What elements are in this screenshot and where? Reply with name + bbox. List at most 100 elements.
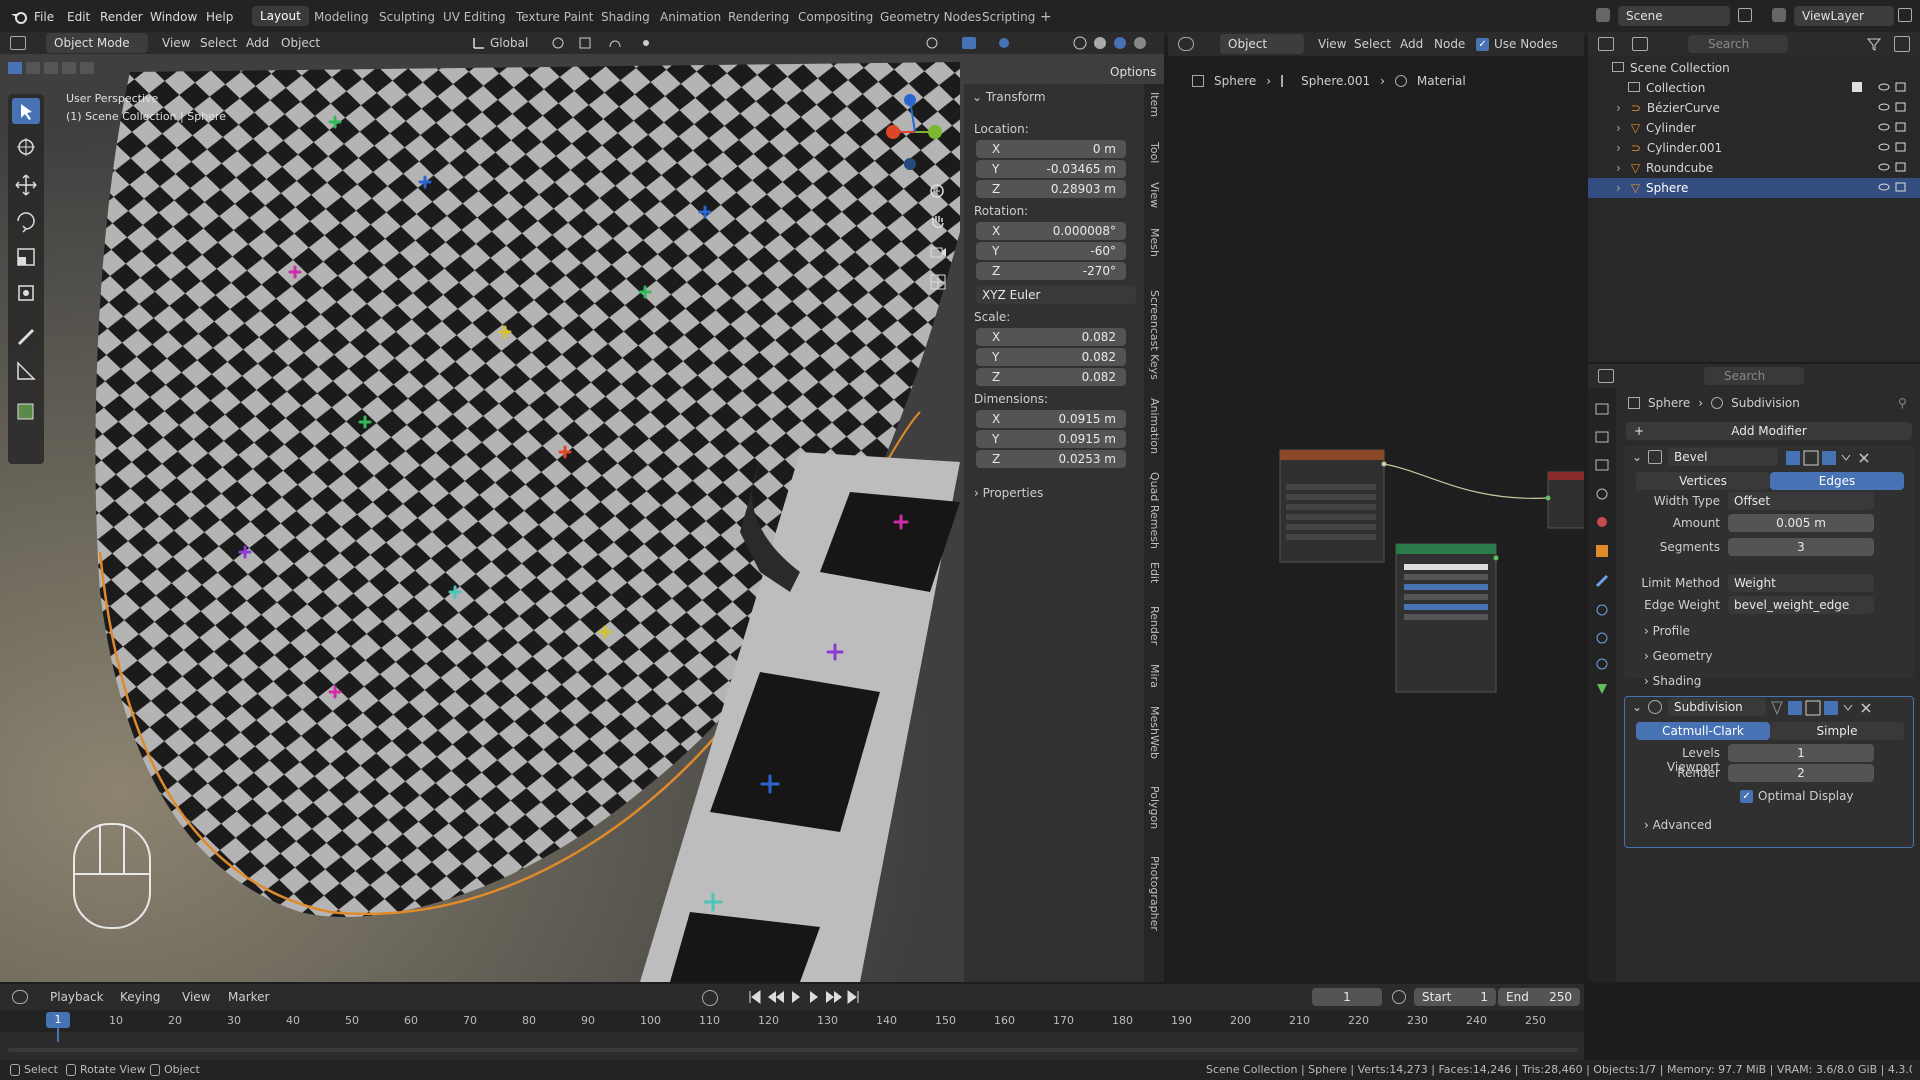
rotate-tool-icon[interactable] — [12, 208, 40, 234]
tab-sculpting[interactable]: Sculpting — [379, 10, 435, 24]
width-type-select[interactable]: Offset — [1728, 492, 1874, 510]
viewport-menu-add[interactable]: Add — [246, 36, 269, 50]
timeline-menu-keying[interactable]: Keying — [120, 990, 160, 1004]
viewport-menu-select[interactable]: Select — [200, 36, 237, 50]
subdivision-type-simple[interactable]: Simple — [1770, 722, 1904, 740]
tab-mesh[interactable]: Mesh — [1148, 228, 1161, 257]
bevel-affect-vertices[interactable]: Vertices — [1636, 472, 1770, 490]
tab-layout[interactable]: Layout — [252, 6, 309, 26]
viewport-3d[interactable]: Object Mode View Select Add Object Globa… — [0, 32, 1164, 982]
bevel-shading-panel[interactable]: › Shading — [1644, 674, 1701, 688]
location-z-field[interactable]: Z 0.28903 m — [976, 180, 1126, 198]
bevel-collapse-chevron-icon[interactable]: ⌄ — [1632, 450, 1642, 464]
select-box-tool-icon[interactable] — [12, 98, 40, 124]
tab-tool[interactable]: Tool — [1148, 142, 1161, 163]
segments-field[interactable]: 3 — [1728, 538, 1874, 556]
properties-tab-icons[interactable] — [1594, 402, 1610, 702]
new-collection-icon[interactable] — [1894, 36, 1910, 52]
options-button[interactable]: Options — [1102, 62, 1164, 82]
end-frame-field[interactable]: End 250 — [1498, 988, 1580, 1006]
scale-z-field[interactable]: Z 0.082 — [976, 368, 1126, 386]
current-frame-field[interactable]: 1 — [1312, 988, 1382, 1006]
scale-y-field[interactable]: Y 0.082 — [976, 348, 1126, 366]
tab-mira[interactable]: Mira — [1148, 664, 1161, 688]
transform-tool-icon[interactable] — [12, 280, 40, 306]
outliner-type-icon[interactable] — [1598, 37, 1614, 51]
tab-quad-remesh[interactable]: Quad Remesh — [1148, 472, 1161, 549]
bevel-affect-edges[interactable]: Edges — [1770, 472, 1904, 490]
selection-mode-buttons[interactable] — [8, 60, 100, 76]
properties-panel-header[interactable]: › Properties — [974, 486, 1043, 500]
blender-logo-icon[interactable] — [10, 9, 28, 25]
scale-tool-icon[interactable] — [12, 244, 40, 270]
tab-uv-editing[interactable]: UV Editing — [443, 10, 506, 24]
tab-rendering[interactable]: Rendering — [728, 10, 789, 24]
annotate-tool-icon[interactable] — [12, 322, 40, 348]
tab-screencast-keys[interactable]: Screencast Keys — [1148, 290, 1161, 380]
mode-selector[interactable]: Object Mode — [46, 33, 148, 53]
scene-icon[interactable] — [1596, 8, 1610, 22]
render-levels-field[interactable]: 2 — [1728, 764, 1874, 782]
bevel-visibility-toggles[interactable] — [1786, 450, 1896, 466]
tab-compositing[interactable]: Compositing — [798, 10, 873, 24]
subdivision-name-field[interactable]: Subdivision — [1668, 698, 1766, 716]
tab-edit[interactable]: Edit — [1148, 562, 1161, 583]
snapping-controls[interactable] — [550, 35, 670, 51]
edge-weight-field[interactable]: bevel_weight_edge — [1728, 596, 1874, 614]
rotation-z-field[interactable]: Z -270° — [976, 262, 1126, 280]
tab-meshweb[interactable]: MeshWeb — [1148, 706, 1161, 759]
bevel-profile-panel[interactable]: › Profile — [1644, 624, 1690, 638]
transform-orientation[interactable]: Global — [490, 36, 528, 50]
amount-field[interactable]: 0.005 m — [1728, 514, 1874, 532]
viewport-menu-view[interactable]: View — [162, 36, 190, 50]
levels-viewport-field[interactable]: 1 — [1728, 744, 1874, 762]
timeline-menu-view[interactable]: View — [182, 990, 210, 1004]
rotation-x-field[interactable]: X 0.000008° — [976, 222, 1126, 240]
new-scene-icon[interactable] — [1738, 8, 1752, 22]
tab-item[interactable]: Item — [1148, 92, 1161, 117]
subdivision-visibility-toggles[interactable] — [1770, 700, 1900, 716]
menu-render[interactable]: Render — [100, 10, 143, 24]
tab-render[interactable]: Render — [1148, 606, 1161, 645]
measure-tool-icon[interactable] — [12, 358, 40, 384]
outliner-search-input[interactable]: Search — [1688, 35, 1788, 53]
transform-panel-header[interactable]: ⌄ Transform — [972, 90, 1046, 104]
timeline-menu-marker[interactable]: Marker — [228, 990, 269, 1004]
add-cube-tool-icon[interactable] — [12, 398, 40, 424]
bevel-name-field[interactable]: Bevel — [1668, 448, 1778, 466]
subdivision-advanced-panel[interactable]: › Advanced — [1644, 818, 1712, 832]
optimal-display-checkbox[interactable]: ✓ — [1740, 790, 1753, 803]
dimensions-y-field[interactable]: Y 0.0915 m — [976, 430, 1126, 448]
pin-icon[interactable]: ⚲ — [1898, 396, 1907, 410]
properties-type-icon[interactable] — [1598, 369, 1614, 383]
location-x-field[interactable]: X0 m — [976, 140, 1126, 158]
menu-window[interactable]: Window — [150, 10, 197, 24]
tab-modeling[interactable]: Modeling — [314, 10, 369, 24]
add-modifier-button[interactable]: + Add Modifier — [1626, 422, 1912, 440]
timeline-menu-playback[interactable]: Playback — [50, 990, 104, 1004]
scene-selector[interactable]: Scene — [1618, 6, 1730, 26]
tab-view[interactable]: View — [1148, 182, 1161, 208]
limit-method-select[interactable]: Weight — [1728, 574, 1874, 592]
tab-animation[interactable]: Animation — [1148, 398, 1161, 454]
subdivision-collapse-chevron-icon[interactable]: ⌄ — [1632, 700, 1642, 714]
filter-icon[interactable] — [1866, 36, 1882, 52]
new-viewlayer-icon[interactable] — [1898, 8, 1912, 22]
properties-search-input[interactable]: Search — [1704, 367, 1804, 385]
menu-file[interactable]: File — [34, 10, 54, 24]
location-y-field[interactable]: Y -0.03465 m — [976, 160, 1126, 178]
tab-shading[interactable]: Shading — [601, 10, 650, 24]
subdivision-type-catmull-clark[interactable]: Catmull-Clark — [1636, 722, 1770, 740]
editor-type-icon[interactable] — [10, 36, 26, 50]
add-workspace-icon[interactable]: + — [1040, 9, 1052, 25]
menu-edit[interactable]: Edit — [67, 10, 90, 24]
menu-help[interactable]: Help — [206, 10, 233, 24]
pan-hand-icon[interactable] — [928, 212, 948, 232]
timeline-scrollbar[interactable] — [8, 1048, 1578, 1052]
scale-x-field[interactable]: X 0.082 — [976, 328, 1126, 346]
auto-keying-icon[interactable] — [702, 990, 718, 1006]
dimensions-z-field[interactable]: Z 0.0253 m — [976, 450, 1126, 468]
move-tool-icon[interactable] — [12, 172, 40, 198]
playback-controls[interactable] — [748, 989, 860, 1005]
node-editor[interactable]: Object View Select Add Node ✓ Use Nodes … — [1168, 32, 1584, 982]
